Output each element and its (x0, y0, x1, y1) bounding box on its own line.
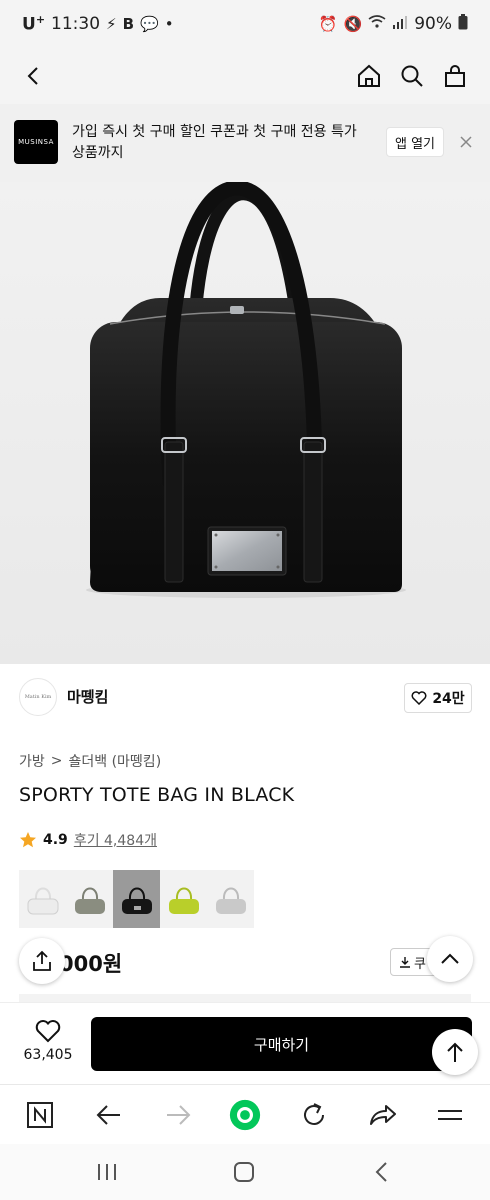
browser-share-button[interactable] (367, 1099, 399, 1131)
share-button[interactable] (19, 938, 65, 984)
wishlist-button[interactable]: 63,405 (18, 1019, 78, 1063)
brand-name[interactable]: 마뗑킴 (67, 686, 108, 707)
wishlist-count: 63,405 (23, 1047, 73, 1063)
chat-icon: 💬 (140, 15, 159, 33)
brand-like-button[interactable]: 24만 (404, 683, 472, 713)
b-app-icon: B (122, 15, 135, 33)
price-row: 000원 쿠 (19, 936, 473, 988)
product-image[interactable] (0, 182, 490, 664)
search-icon (401, 65, 423, 87)
brand-like-count: 24만 (432, 691, 465, 707)
app-header (0, 48, 490, 104)
breadcrumb-category[interactable]: 가방 (19, 751, 45, 771)
cart-button[interactable] (439, 60, 471, 92)
browser-menu-button[interactable] (434, 1099, 466, 1131)
dot-icon: • (164, 15, 174, 33)
brand-row: Matin Kim 마뗑킴 24만 (0, 672, 490, 724)
bag-thumbnail-khaki (74, 887, 105, 914)
chevron-left-icon (27, 67, 38, 85)
system-navigation-bar (0, 1144, 490, 1200)
mute-icon: 🔇 (343, 15, 363, 33)
search-button[interactable] (396, 60, 428, 92)
home-button[interactable] (353, 60, 385, 92)
open-app-button[interactable]: 앱 열기 (386, 127, 445, 157)
swatch-khaki[interactable] (66, 870, 113, 928)
naver-n-icon (27, 1102, 53, 1128)
banner-close-button[interactable] (456, 132, 476, 152)
home-icon (358, 64, 380, 87)
system-back-button[interactable] (366, 1160, 396, 1184)
color-swatches (19, 870, 254, 928)
browser-toolbar (0, 1084, 490, 1144)
bolt-icon: ⚡ (106, 15, 117, 33)
breadcrumb-separator: > (50, 753, 63, 769)
refresh-button[interactable] (298, 1099, 330, 1131)
green-dot-icon (229, 1099, 261, 1131)
tote-bag-illustration (86, 182, 406, 598)
heart-icon (411, 691, 427, 705)
swatch-white[interactable] (19, 870, 66, 928)
arrow-right-icon (167, 1105, 191, 1125)
brand-avatar[interactable]: Matin Kim (19, 678, 57, 716)
section-divider (19, 994, 471, 1002)
share-icon (33, 950, 51, 971)
bag-thumbnail-grey (215, 887, 246, 914)
carrier-label: U+ (22, 13, 46, 35)
recent-apps-icon (98, 1164, 116, 1180)
breadcrumb-subcategory[interactable]: 숄더백 (마뗑킴) (69, 751, 162, 771)
rating-row: 4.9 후기 4,484개 (19, 830, 157, 850)
heart-icon (35, 1020, 61, 1043)
scroll-to-top-button[interactable] (432, 1029, 478, 1075)
recent-apps-button[interactable] (92, 1160, 122, 1184)
battery-icon (458, 14, 468, 34)
musinsa-logo: MUSINSA (14, 120, 58, 164)
refresh-icon (304, 1103, 324, 1125)
rating-value: 4.9 (43, 832, 68, 848)
app-install-banner: MUSINSA 가입 즉시 첫 구매 할인 쿠폰과 첫 구매 전용 특가 상품까… (0, 104, 490, 182)
battery-level: 90% (414, 14, 452, 34)
status-bar: U+ 11:30 ⚡ B 💬 • ⏰ 🔇 90% (0, 0, 490, 48)
bag-thumbnail-white (27, 887, 58, 915)
alarm-icon: ⏰ (318, 15, 338, 33)
arrow-left-icon (96, 1105, 120, 1125)
arrow-up-icon (447, 1042, 463, 1062)
share-arrow-icon (370, 1105, 396, 1125)
swatch-grey[interactable] (207, 870, 254, 928)
swatch-black[interactable] (113, 870, 160, 928)
clock: 11:30 (51, 14, 101, 34)
buy-button[interactable]: 구매하기 (91, 1017, 472, 1071)
chevron-up-icon (441, 953, 459, 964)
shopping-bag-icon (445, 65, 465, 87)
purchase-bar: 63,405 구매하기 (0, 1002, 490, 1084)
product-title: SPORTY TOTE BAG IN BLACK (19, 784, 295, 806)
breadcrumb: 가방 > 숄더백 (마뗑킴) (19, 751, 161, 771)
download-icon (400, 957, 410, 968)
coupon-label: 쿠 (414, 956, 426, 972)
chevron-left-icon (375, 1162, 387, 1182)
browser-forward-button[interactable] (162, 1099, 194, 1131)
wifi-icon (368, 15, 386, 33)
collapse-button[interactable] (427, 936, 473, 982)
home-square-icon (234, 1162, 254, 1182)
star-icon (20, 832, 36, 848)
close-icon (460, 136, 472, 148)
browser-back-button[interactable] (93, 1099, 125, 1131)
swatch-lime[interactable] (160, 870, 207, 928)
naver-home-button[interactable] (24, 1099, 56, 1131)
menu-icon (438, 1110, 462, 1120)
green-dot-button[interactable] (229, 1099, 261, 1131)
system-home-button[interactable] (229, 1160, 259, 1184)
back-button[interactable] (18, 60, 50, 92)
bag-thumbnail-black (121, 887, 152, 914)
banner-text: 가입 즉시 첫 구매 할인 쿠폰과 첫 구매 전용 특가 상품까지 (72, 124, 357, 161)
signal-icon (392, 15, 408, 33)
bag-thumbnail-lime (168, 887, 199, 914)
review-count-link[interactable]: 후기 4,484개 (74, 830, 157, 850)
product-price: 000원 (59, 952, 123, 976)
